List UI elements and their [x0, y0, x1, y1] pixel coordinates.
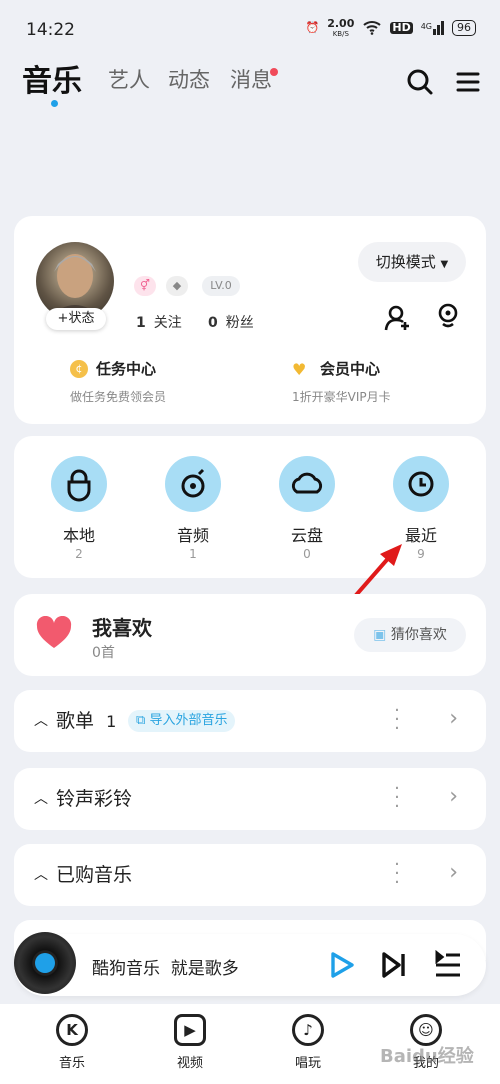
playlist-title-text: 歌单 [56, 710, 95, 732]
vip-heart-icon: ♥ [292, 360, 307, 379]
chevron-right-icon[interactable]: › [449, 706, 458, 731]
status-bar: 14:22 ⏰ 2.00 KB/S HD 4G 96 [0, 0, 500, 56]
bottom-tab-music[interactable]: K 音乐 [32, 1014, 112, 1071]
diamond-badge-icon: ◆ [166, 276, 188, 296]
more-icon[interactable]: · · · [394, 702, 400, 738]
album-disc-icon[interactable] [14, 932, 76, 994]
coin-icon: ¢ [70, 360, 88, 378]
status-time: 14:22 [26, 20, 75, 40]
favorites-card[interactable]: 我喜欢 0首 ▣ 猜你喜欢 [14, 594, 486, 676]
cloud-icon [279, 456, 335, 512]
task-center-subtitle: 做任务免费领会员 [70, 390, 167, 404]
mic-icon: ♪ [292, 1014, 324, 1046]
guess-you-like-button[interactable]: ▣ 猜你喜欢 [354, 618, 466, 652]
vip-center-subtitle: 1折开豪华VIP月卡 [292, 390, 391, 404]
player-text: 酷狗音乐 就是歌多 [92, 959, 239, 979]
quick-label-local: 本地 [62, 526, 95, 545]
tab-dynamics[interactable]: 动态 [168, 64, 210, 94]
search-icon[interactable] [406, 68, 434, 100]
net-speed: 2.00 KB/S [327, 17, 355, 39]
collapse-chevron-icon[interactable]: ︿ [34, 864, 48, 884]
bottom-tab-sing[interactable]: ♪ 唱玩 [268, 1014, 348, 1071]
chevron-right-icon[interactable]: › [449, 860, 458, 885]
import-music-button[interactable]: ⧉ 导入外部音乐 [128, 710, 236, 732]
add-status-button[interactable]: +状态 [46, 308, 106, 330]
next-track-icon[interactable] [380, 950, 408, 984]
tab-music[interactable]: 音乐 [22, 56, 82, 100]
bottom-tab-music-label: 音乐 [58, 1056, 85, 1071]
bottom-nav: K 音乐 ▶ 视频 ♪ 唱玩 ☺ 我的 Baidu经验 [0, 1004, 500, 1084]
followers-count: 0 [208, 315, 218, 331]
tab-messages[interactable]: 消息 [230, 64, 272, 94]
wifi-icon [362, 19, 382, 38]
followers[interactable]: 0 粉丝 [208, 312, 254, 332]
quick-label-audio: 音频 [176, 526, 209, 545]
signal-icon: 4G [421, 21, 444, 35]
unread-dot [270, 68, 278, 76]
followers-label: 粉丝 [225, 315, 254, 331]
playlist-section[interactable]: ︿ 歌单 1 ⧉ 导入外部音乐 · · · › [14, 690, 486, 752]
import-icon: ⧉ [136, 713, 146, 728]
purchased-title: 已购音乐 [56, 864, 133, 886]
favorites-count: 0首 [92, 645, 115, 661]
gender-badge-icon: ⚥ [134, 276, 156, 296]
ringtone-section[interactable]: ︿ 铃声彩铃 · · · › [14, 768, 486, 830]
bottom-tab-sing-label: 唱玩 [294, 1056, 321, 1071]
collapse-chevron-icon[interactable]: ︿ [34, 710, 48, 730]
bottom-tab-video-label: 视频 [176, 1056, 203, 1071]
more-icon[interactable]: · · · [394, 780, 400, 816]
purchased-section[interactable]: ︿ 已购音乐 · · · › [14, 844, 486, 906]
local-icon [51, 456, 107, 512]
mini-player[interactable]: 酷狗音乐 就是歌多 [14, 934, 486, 996]
add-friend-icon[interactable] [384, 304, 412, 336]
top-nav: 音乐 艺人 动态 消息 [0, 56, 500, 116]
active-tab-indicator [51, 100, 58, 107]
play-icon[interactable] [328, 950, 356, 984]
playlist-title: 歌单 1 [56, 706, 116, 733]
following[interactable]: 1 关注 [136, 312, 182, 332]
caret-down-icon: ▼ [440, 259, 449, 270]
battery-icon: 96 [452, 20, 476, 36]
bottom-tab-video[interactable]: ▶ 视频 [150, 1014, 230, 1071]
task-center-title[interactable]: 任务中心 [96, 358, 156, 379]
quick-count-audio: 1 [189, 547, 197, 561]
more-icon[interactable]: · · · [394, 856, 400, 892]
guess-icon: ▣ [373, 627, 387, 643]
playlist-count: 1 [106, 712, 117, 731]
profile-settings-icon[interactable] [434, 302, 462, 334]
following-count: 1 [136, 315, 146, 331]
chevron-right-icon[interactable]: › [449, 784, 458, 809]
signal-label: 4G [420, 22, 432, 31]
clock-icon [393, 456, 449, 512]
menu-icon[interactable] [456, 70, 480, 98]
guess-label: 猜你喜欢 [390, 627, 447, 643]
switch-mode-label: 切换模式 [375, 253, 436, 271]
favorites-title: 我喜欢 [92, 616, 152, 640]
level-badge: LV.0 [202, 276, 240, 296]
import-label: 导入外部音乐 [149, 713, 228, 728]
playlist-queue-icon[interactable] [434, 949, 462, 984]
net-speed-value: 2.00 [327, 17, 355, 30]
profile-card: +状态 ⚥ ◆ LV.0 切换模式 ▼ 1 关注 0 粉丝 ¢ 任务中心 做任务免费… [14, 216, 486, 424]
alarm-icon: ⏰ [305, 21, 320, 34]
audio-icon [165, 456, 221, 512]
hd-icon: HD [390, 21, 413, 34]
following-label: 关注 [153, 315, 182, 331]
tab-artists[interactable]: 艺人 [108, 64, 150, 94]
watermark: Baidu经验 [380, 1046, 474, 1067]
quick-access-card: 本地 2 音频 1 云盘 0 最近 9 [14, 436, 486, 578]
status-icons: ⏰ 2.00 KB/S HD 4G 96 [306, 18, 476, 38]
collapse-chevron-icon[interactable]: ︿ [34, 788, 48, 808]
music-k-icon: K [56, 1014, 88, 1046]
quick-count-local: 2 [75, 547, 83, 561]
video-icon: ▶ [174, 1014, 206, 1046]
switch-mode-button[interactable]: 切换模式 ▼ [358, 242, 466, 282]
vip-center-title[interactable]: 会员中心 [320, 358, 380, 379]
heart-icon [36, 615, 72, 654]
ringtone-title: 铃声彩铃 [56, 788, 133, 810]
net-speed-unit: KB/S [332, 30, 349, 38]
